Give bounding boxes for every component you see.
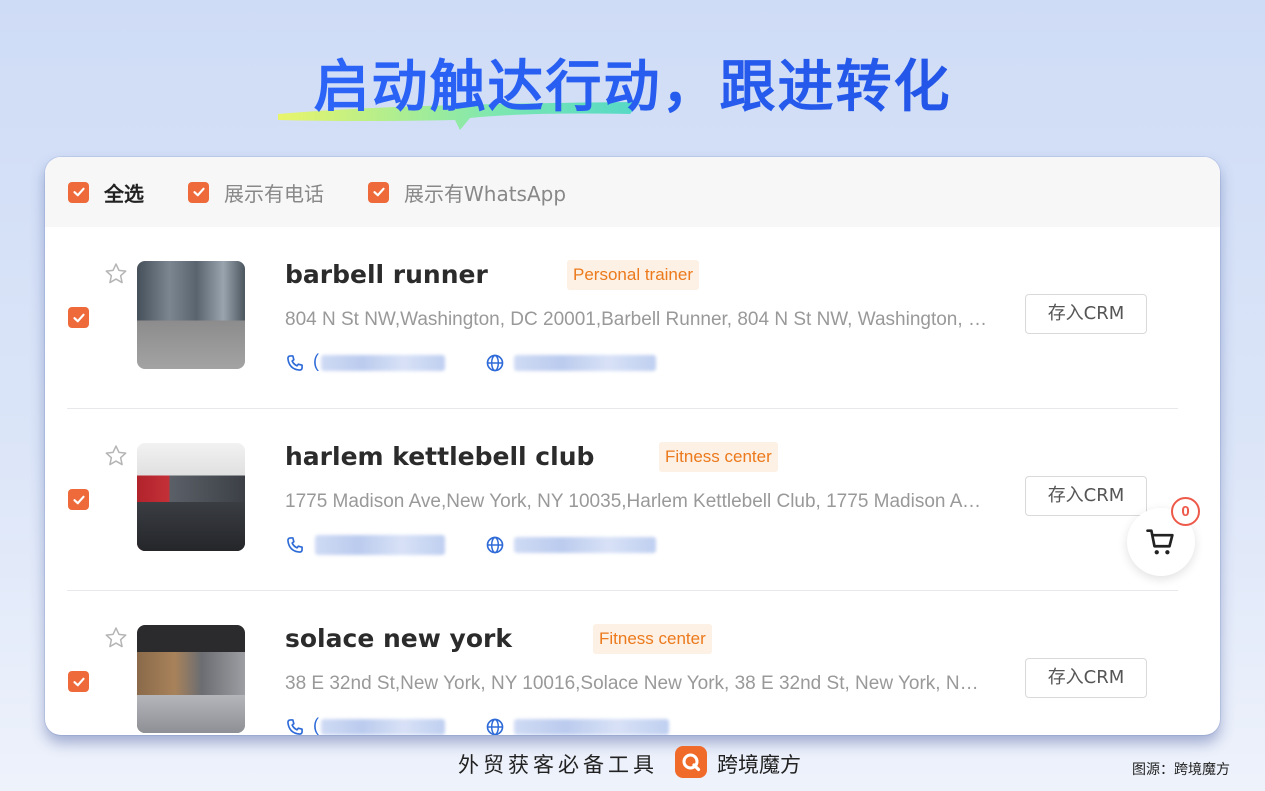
show-phone-checkbox[interactable]: 展示有电话 [188, 178, 324, 207]
phone-number-redacted[interactable] [315, 535, 445, 555]
save-to-crm-button[interactable]: 存入CRM [1025, 476, 1147, 516]
listing-row: solace new york Fitness center 38 E 32nd… [45, 591, 1220, 735]
show-phone-label: 展示有电话 [224, 181, 324, 206]
save-to-crm-button[interactable]: 存入CRM [1025, 658, 1147, 698]
footer: 外贸获客必备工具 跨境魔方 图源：跨境魔方 [0, 743, 1265, 783]
business-name[interactable]: solace new york [285, 624, 512, 653]
save-to-crm-button[interactable]: 存入CRM [1025, 294, 1147, 334]
checkbox-checked-icon[interactable] [368, 181, 389, 203]
phone-icon [287, 537, 303, 553]
category-badge: Fitness center [659, 442, 778, 472]
website-link-redacted[interactable] [514, 537, 656, 553]
globe-icon [486, 536, 504, 554]
business-name[interactable]: barbell runner [285, 260, 488, 289]
page-title: 启动触达行动，跟进转化 [0, 42, 1265, 123]
website-link-redacted[interactable] [514, 355, 656, 371]
image-credit: 图源：跨境魔方 [1132, 762, 1230, 778]
row-checkbox[interactable] [68, 671, 89, 692]
website-link-redacted[interactable] [514, 719, 669, 735]
cart-count-badge: 0 [1171, 497, 1200, 526]
star-icon[interactable] [103, 443, 129, 469]
star-icon[interactable] [103, 625, 129, 651]
category-badge: Fitness center [593, 624, 712, 654]
filter-toolbar: 全选 展示有电话 展示有WhatsApp [45, 157, 1220, 227]
business-address: 804 N St NW,Washington, DC 20001,Barbell… [285, 309, 990, 330]
footer-tagline: 外贸获客必备工具 [458, 753, 658, 777]
business-address: 1775 Madison Ave,New York, NY 10035,Harl… [285, 491, 990, 512]
business-photo [137, 261, 245, 369]
listing-row: harlem kettlebell club Fitness center 17… [45, 409, 1220, 591]
globe-icon [486, 354, 504, 372]
phone-prefix: ( [313, 351, 319, 371]
business-address: 38 E 32nd St,New York, NY 10016,Solace N… [285, 673, 990, 694]
select-all-label: 全选 [104, 181, 144, 206]
listing-list: barbell runner Personal trainer 804 N St… [45, 227, 1220, 735]
globe-icon [486, 718, 504, 735]
phone-number-redacted[interactable] [321, 719, 445, 735]
brand-logo-icon [675, 746, 707, 778]
row-checkbox[interactable] [68, 307, 89, 328]
show-whatsapp-label: 展示有WhatsApp [404, 181, 567, 206]
cart-icon [1146, 529, 1174, 555]
select-all-checkbox[interactable]: 全选 [68, 178, 144, 207]
phone-prefix: ( [313, 715, 319, 735]
row-checkbox[interactable] [68, 489, 89, 510]
show-whatsapp-checkbox[interactable]: 展示有WhatsApp [368, 178, 566, 207]
headline-banner: 启动触达行动，跟进转化 [0, 38, 1265, 130]
business-photo [137, 443, 245, 551]
checkbox-checked-icon[interactable] [68, 181, 89, 203]
phone-icon [287, 355, 303, 371]
phone-number-redacted[interactable] [321, 355, 445, 371]
business-photo [137, 625, 245, 733]
category-badge: Personal trainer [567, 260, 700, 290]
checkbox-checked-icon[interactable] [188, 181, 209, 203]
business-name[interactable]: harlem kettlebell club [285, 442, 594, 471]
footer-brand-name: 跨境魔方 [717, 753, 801, 777]
listing-row: barbell runner Personal trainer 804 N St… [45, 227, 1220, 409]
results-card: 全选 展示有电话 展示有WhatsApp barbell runner Pers… [45, 157, 1220, 735]
star-icon[interactable] [103, 261, 129, 287]
phone-icon [287, 719, 303, 735]
